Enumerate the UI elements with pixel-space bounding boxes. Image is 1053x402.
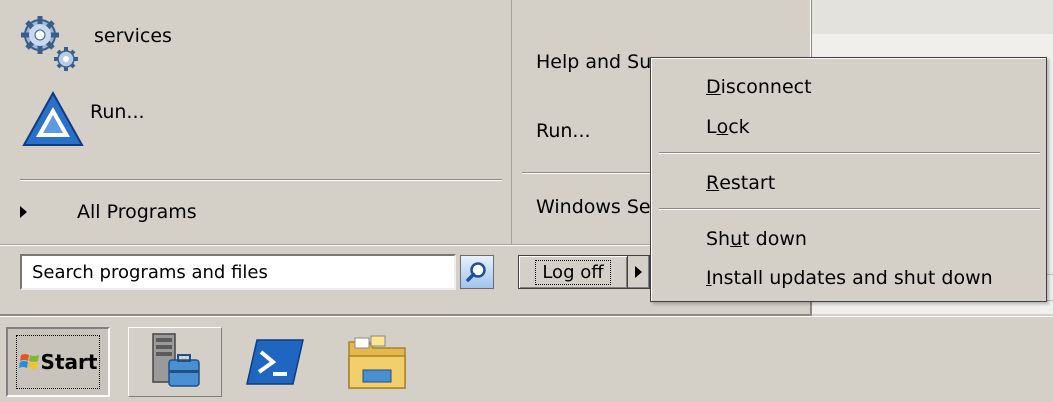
menu-item-accelerator: R bbox=[706, 172, 720, 194]
menu-item-accelerator: o bbox=[716, 116, 729, 138]
all-programs-button[interactable]: All Programs bbox=[20, 197, 197, 227]
search-input[interactable]: Search programs and files bbox=[20, 254, 456, 290]
menu-item-text: Sh bbox=[706, 228, 731, 250]
start-button-label: Start bbox=[40, 350, 98, 374]
expand-arrow-icon bbox=[20, 206, 27, 218]
menu-item-shut-down[interactable]: Sh u t down bbox=[706, 224, 807, 254]
taskbar-powershell[interactable] bbox=[228, 327, 322, 397]
menu-item-accelerator: u bbox=[730, 228, 743, 250]
taskbar-file-explorer[interactable] bbox=[330, 327, 424, 397]
shutdown-options-button[interactable] bbox=[628, 255, 650, 289]
log-off-label: Log off bbox=[535, 259, 611, 285]
log-off-button[interactable]: Log off bbox=[518, 255, 628, 289]
right-item-label: Windows Se bbox=[536, 196, 651, 218]
pinned-item-label: Run... bbox=[90, 101, 145, 123]
right-item-label: Run... bbox=[536, 120, 591, 142]
start-button[interactable]: Start bbox=[6, 327, 110, 397]
menu-item-text: estart bbox=[719, 172, 776, 194]
menu-item-text: L bbox=[706, 116, 717, 138]
menu-separator bbox=[659, 208, 1040, 210]
taskbar: Start bbox=[0, 316, 1053, 402]
shutdown-options-menu: Disconnect Lo ck Restart Sh u t down Instal… bbox=[650, 57, 1047, 302]
start-menu-left-pane: services Run... All Programs bbox=[0, 0, 510, 244]
search-placeholder: Search programs and files bbox=[32, 261, 268, 283]
pinned-item-services[interactable]: services bbox=[20, 15, 172, 80]
menu-item-text: nstall updates and shut down bbox=[711, 267, 993, 289]
all-programs-label: All Programs bbox=[77, 201, 197, 223]
services-gear-icon bbox=[20, 15, 86, 80]
menu-item-accelerator: D bbox=[706, 76, 721, 98]
menu-item-text: ck bbox=[728, 116, 750, 138]
right-item-help[interactable]: Help and Su bbox=[536, 47, 651, 77]
right-item-label: Help and Su bbox=[536, 51, 652, 73]
taskbar-server-manager[interactable] bbox=[128, 327, 222, 397]
pinned-item-run[interactable]: Run... bbox=[20, 90, 145, 152]
powershell-icon bbox=[246, 339, 304, 385]
background-window-titlebar bbox=[812, 0, 1053, 35]
expand-arrow-icon bbox=[635, 266, 642, 278]
right-item-windows-security[interactable]: Windows Se bbox=[536, 192, 651, 222]
right-item-run[interactable]: Run... bbox=[536, 116, 591, 146]
menu-separator bbox=[20, 179, 502, 181]
menu-item-restart[interactable]: Restart bbox=[706, 168, 775, 198]
start-button-focus: Start bbox=[15, 335, 101, 389]
run-icon bbox=[20, 89, 86, 156]
search-icon bbox=[466, 262, 486, 282]
server-manager-icon bbox=[152, 333, 200, 387]
menu-item-disconnect[interactable]: Disconnect bbox=[706, 72, 812, 102]
menu-separator bbox=[522, 172, 662, 174]
menu-separator bbox=[659, 152, 1040, 154]
menu-item-lock[interactable]: Lo ck bbox=[706, 112, 750, 142]
menu-item-text: isconnect bbox=[720, 76, 812, 98]
windows-logo-icon bbox=[18, 354, 39, 369]
pinned-item-label: services bbox=[94, 25, 172, 47]
menu-item-install-updates-shut-down[interactable]: Install updates and shut down bbox=[706, 263, 993, 293]
file-explorer-icon bbox=[348, 335, 406, 389]
search-button[interactable] bbox=[460, 255, 494, 289]
menu-item-text: t down bbox=[742, 228, 807, 250]
